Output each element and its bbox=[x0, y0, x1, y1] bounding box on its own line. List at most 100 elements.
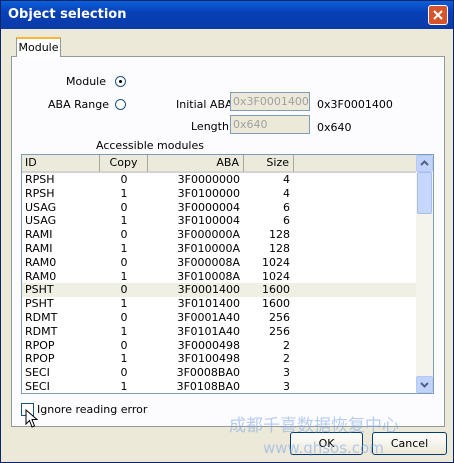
modules-list[interactable]: ID Copy ABA Size RPSH 0 3F0000000 4 RPSH 1 3F0… bbox=[21, 154, 434, 394]
column-header-id[interactable]: ID bbox=[22, 155, 100, 173]
cell-aba: 3F0000000 bbox=[177, 173, 240, 186]
ignore-reading-error-label[interactable]: Ignore reading error bbox=[37, 403, 147, 416]
cell-aba: 3F0000004 bbox=[177, 200, 240, 214]
column-header-size[interactable]: Size bbox=[244, 155, 294, 173]
watermark-url: www.qhsos.com bbox=[263, 439, 384, 457]
cell-aba: 3F0101400 bbox=[177, 297, 240, 311]
initial-aba-label: Initial ABA bbox=[176, 98, 233, 111]
cell-id: PSHT bbox=[25, 283, 54, 297]
column-header-copy[interactable]: Copy bbox=[100, 155, 148, 173]
table-row[interactable]: USAG 1 3F0100004 6 bbox=[22, 214, 417, 228]
table-row[interactable]: RPOP 1 3F0100498 2 bbox=[22, 352, 417, 366]
cell-id: RAM0 bbox=[25, 255, 57, 269]
object-selection-dialog: Object selection Module Module ABA Range… bbox=[0, 0, 454, 463]
length-field[interactable]: 0x640 bbox=[230, 115, 310, 134]
close-button[interactable] bbox=[428, 5, 448, 25]
cell-id: RDMT bbox=[25, 311, 58, 324]
cell-aba: 3F010008A bbox=[177, 269, 240, 283]
cell-size: 2 bbox=[283, 338, 290, 352]
cell-id: RAMI bbox=[25, 228, 53, 242]
cell-aba: 3F000000A bbox=[177, 228, 240, 242]
window-title: Object selection bbox=[8, 7, 127, 22]
table-row[interactable]: RDMT 1 3F0101A40 256 bbox=[22, 325, 417, 339]
cell-aba: 3F0000498 bbox=[177, 338, 240, 352]
cell-copy: 0 bbox=[120, 200, 128, 214]
cell-copy: 1 bbox=[120, 352, 128, 366]
cell-id: RPSH bbox=[25, 186, 55, 200]
cell-size: 1024 bbox=[262, 255, 290, 269]
table-row[interactable]: SECI 1 3F0108BA0 3 bbox=[22, 380, 417, 393]
scroll-down-button[interactable] bbox=[416, 376, 433, 393]
table-row[interactable]: SECI 0 3F0008BA0 3 bbox=[22, 366, 417, 380]
cell-id: PSHT bbox=[25, 297, 54, 311]
cell-size: 1600 bbox=[262, 297, 290, 311]
scroll-thumb[interactable] bbox=[417, 172, 432, 214]
chevron-up-icon bbox=[420, 160, 429, 166]
column-header-filler bbox=[294, 155, 417, 173]
cell-aba: 3F0001400 bbox=[177, 283, 240, 297]
cell-size: 128 bbox=[269, 228, 290, 242]
cell-size: 2 bbox=[283, 352, 290, 366]
accessible-modules-title: Accessible modules bbox=[96, 139, 204, 152]
cell-aba: 3F0008BA0 bbox=[176, 366, 240, 380]
aba-range-radio[interactable] bbox=[115, 99, 126, 110]
table-row[interactable]: RPSH 0 3F0000000 4 bbox=[22, 173, 417, 187]
cell-id: SECI bbox=[25, 380, 50, 393]
cell-copy: 1 bbox=[120, 186, 128, 200]
table-row[interactable]: PSHT 1 3F0101400 1600 bbox=[22, 297, 417, 311]
cell-copy: 0 bbox=[120, 338, 128, 352]
cell-copy: 1 bbox=[120, 380, 128, 393]
module-radio[interactable] bbox=[115, 76, 126, 87]
cell-copy: 0 bbox=[120, 366, 128, 380]
chevron-down-icon bbox=[420, 382, 429, 388]
cell-copy: 1 bbox=[120, 242, 128, 255]
cell-size: 256 bbox=[269, 324, 290, 338]
cell-size: 6 bbox=[283, 214, 290, 228]
cell-copy: 1 bbox=[120, 324, 128, 338]
initial-aba-readout: 0x3F0001400 bbox=[317, 98, 393, 111]
cell-size: 256 bbox=[269, 311, 290, 324]
tab-module[interactable]: Module bbox=[16, 37, 61, 57]
vertical-scrollbar[interactable] bbox=[416, 155, 433, 393]
cell-id: RAMI bbox=[25, 242, 53, 255]
mouse-cursor-icon bbox=[25, 409, 39, 428]
cell-size: 4 bbox=[283, 186, 290, 200]
table-row[interactable]: RDMT 0 3F0001A40 256 bbox=[22, 311, 417, 325]
cell-copy: 1 bbox=[120, 297, 128, 311]
cell-size: 6 bbox=[283, 200, 290, 214]
cell-copy: 0 bbox=[120, 255, 128, 269]
initial-aba-field[interactable]: 0x3F0001400 bbox=[230, 92, 310, 111]
watermark-text: 成都千喜数据恢复中心 bbox=[229, 416, 399, 436]
table-row[interactable]: PSHT 0 3F0001400 1600 bbox=[22, 283, 417, 298]
table-row[interactable]: RAM0 1 3F010008A 1024 bbox=[22, 270, 417, 284]
module-option-label: Module bbox=[66, 75, 106, 88]
length-label: Length bbox=[191, 120, 229, 133]
cell-aba: 3F0100000 bbox=[177, 186, 240, 200]
table-row[interactable]: RAMI 1 3F010000A 128 bbox=[22, 242, 417, 256]
table-row[interactable]: RAMI 0 3F000000A 128 bbox=[22, 228, 417, 242]
cell-copy: 0 bbox=[120, 228, 128, 242]
cell-copy: 1 bbox=[120, 269, 128, 283]
cell-size: 128 bbox=[269, 242, 290, 255]
table-row[interactable]: RPOP 0 3F0000498 2 bbox=[22, 339, 417, 353]
cell-id: USAG bbox=[25, 200, 57, 214]
cell-aba: 3F0100498 bbox=[177, 352, 240, 366]
cell-aba: 3F0100004 bbox=[177, 214, 240, 228]
cell-aba: 3F0101A40 bbox=[177, 324, 240, 338]
scroll-up-button[interactable] bbox=[416, 155, 433, 172]
close-icon bbox=[433, 10, 443, 20]
title-bar[interactable]: Object selection bbox=[1, 1, 453, 29]
table-row[interactable]: RAM0 0 3F000008A 1024 bbox=[22, 256, 417, 270]
cell-id: RPSH bbox=[25, 173, 55, 186]
table-row[interactable]: USAG 0 3F0000004 6 bbox=[22, 201, 417, 215]
cell-copy: 0 bbox=[120, 311, 128, 324]
cell-size: 3 bbox=[283, 380, 290, 393]
cell-aba: 3F0108BA0 bbox=[176, 380, 240, 393]
table-row[interactable]: RPSH 1 3F0100000 4 bbox=[22, 187, 417, 201]
cell-size: 1600 bbox=[262, 283, 290, 297]
column-header-aba[interactable]: ABA bbox=[148, 155, 244, 173]
cell-size: 1024 bbox=[262, 269, 290, 283]
cell-id: RPOP bbox=[25, 338, 55, 352]
cell-aba: 3F010000A bbox=[177, 242, 240, 255]
cell-copy: 1 bbox=[120, 214, 128, 228]
